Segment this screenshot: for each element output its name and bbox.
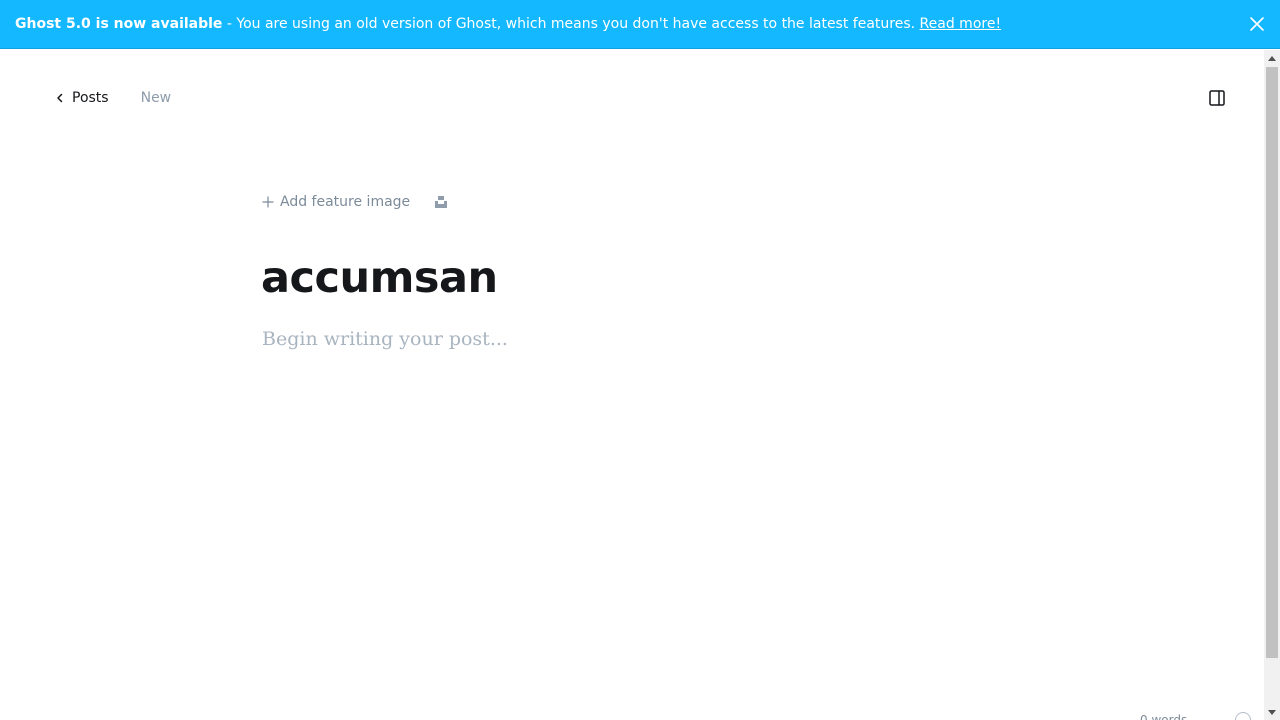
banner-message: - You are using an old version of Ghost,…	[222, 16, 920, 32]
chevron-left-icon	[57, 93, 63, 103]
back-label: Posts	[72, 90, 109, 106]
unsplash-icon[interactable]	[434, 195, 448, 209]
editor-footer: 0 words	[1140, 712, 1252, 720]
scroll-down-arrow-icon[interactable]	[1264, 704, 1280, 720]
post-title-input[interactable]: accumsan	[261, 248, 498, 308]
word-count: 0 words	[1140, 713, 1188, 720]
feature-image-controls: Add feature image	[262, 192, 448, 212]
add-feature-image-label: Add feature image	[280, 194, 411, 210]
scrollbar-thumb[interactable]	[1266, 67, 1278, 658]
breadcrumb: Posts New	[54, 88, 171, 108]
post-status: New	[140, 90, 172, 106]
add-feature-image-button[interactable]: Add feature image	[262, 192, 410, 212]
banner-read-more-link[interactable]: Read more!	[920, 16, 1002, 32]
editor-header: Posts New	[0, 50, 1264, 146]
scroll-up-arrow-icon[interactable]	[1264, 50, 1280, 66]
scrollbar[interactable]	[1264, 50, 1280, 720]
post-body-editor[interactable]: Begin writing your post...	[262, 325, 508, 353]
close-icon[interactable]	[1248, 15, 1266, 33]
banner-headline: Ghost 5.0 is now available	[15, 16, 223, 32]
back-to-posts-link[interactable]: Posts	[54, 88, 109, 108]
help-icon[interactable]	[1235, 712, 1252, 720]
sidebar-toggle-icon[interactable]	[1208, 89, 1226, 107]
update-banner: Ghost 5.0 is now available - You are usi…	[0, 0, 1280, 49]
plus-icon	[262, 196, 274, 208]
